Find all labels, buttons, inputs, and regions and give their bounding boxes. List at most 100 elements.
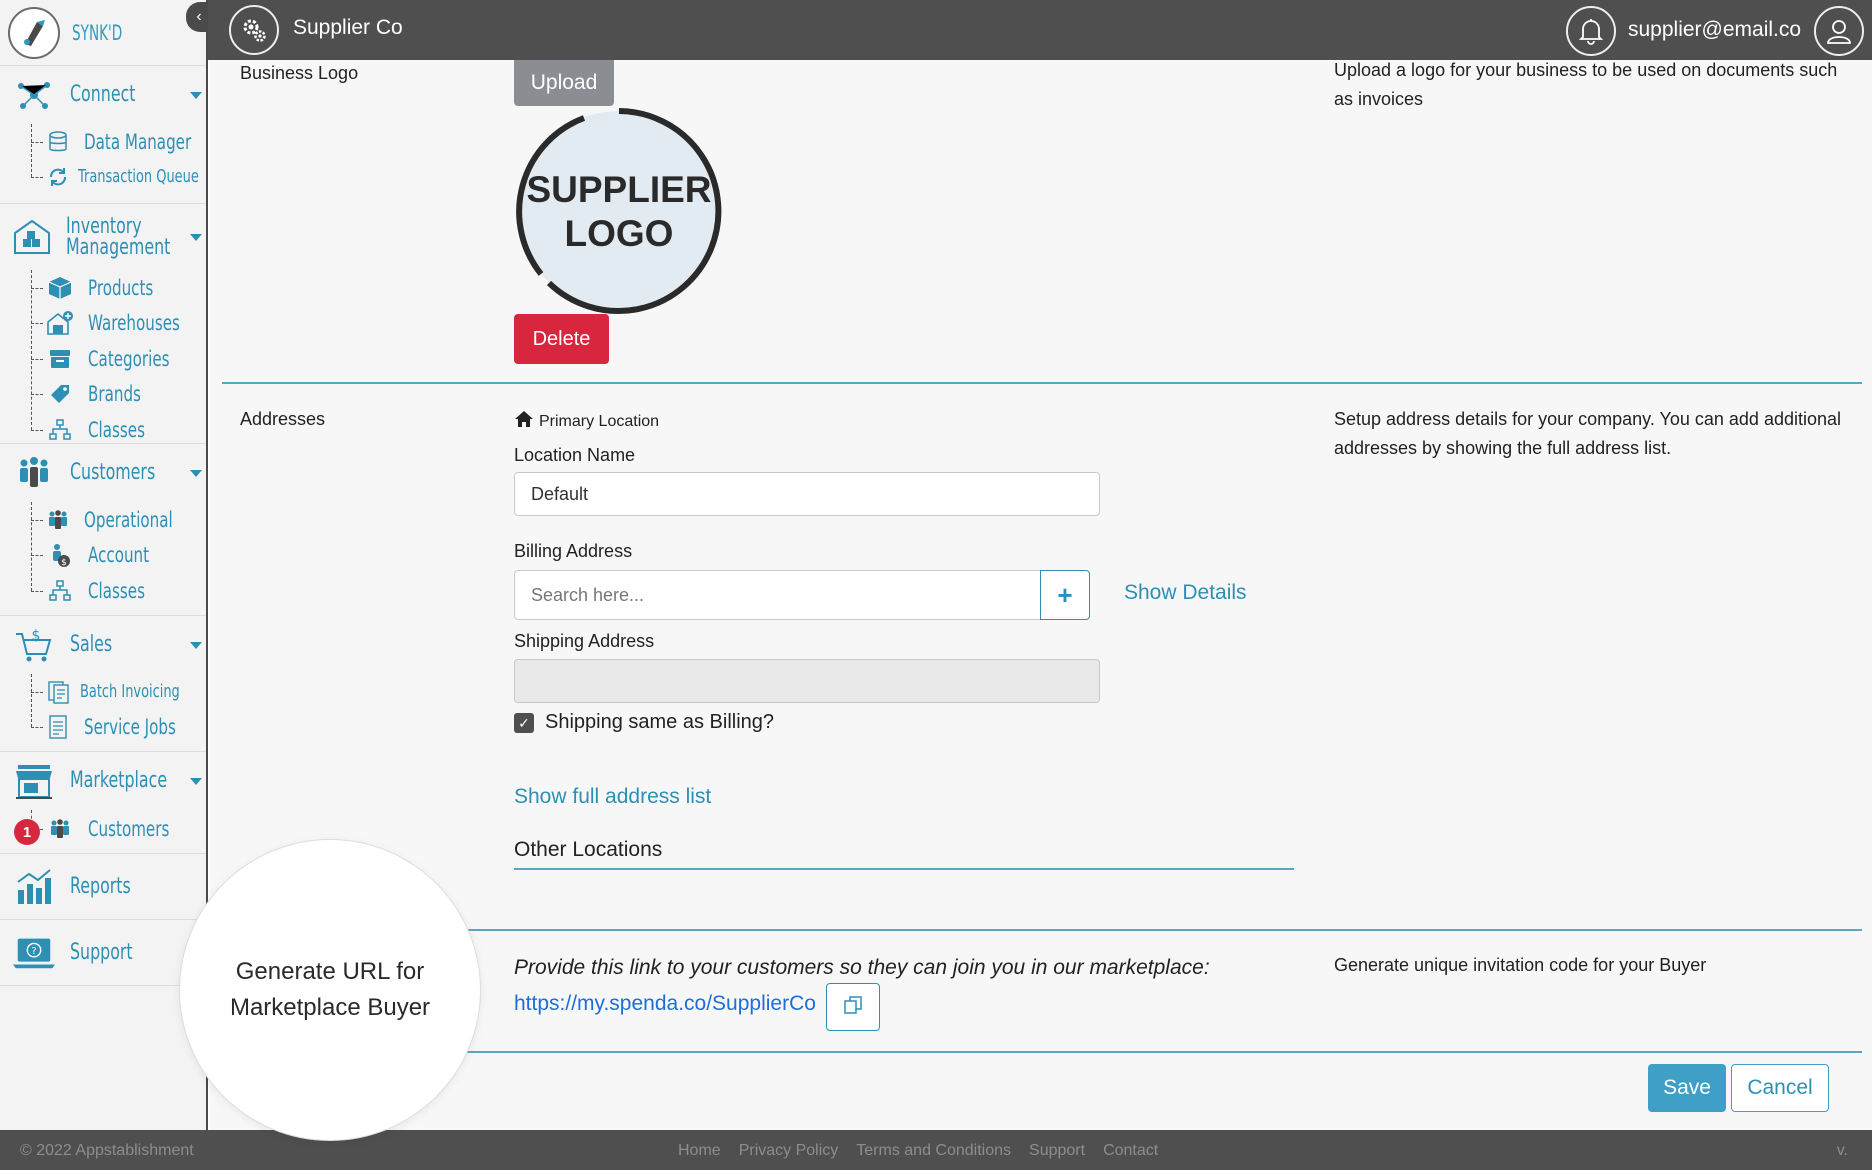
sidebar-label-inventory: Inventory Management	[66, 216, 170, 259]
cancel-button[interactable]: Cancel	[1731, 1064, 1829, 1112]
hierarchy-icon	[46, 577, 74, 605]
nav-group-marketplace: Marketplace Customers 1	[0, 752, 206, 854]
user-avatar-icon[interactable]	[1814, 6, 1864, 56]
footer-link-home[interactable]: Home	[678, 1142, 721, 1160]
sidebar-label: Batch Invoicing	[80, 680, 180, 702]
footer: © 2022 Appstablishment Home Privacy Poli…	[0, 1130, 1872, 1170]
caret-down-icon[interactable]	[190, 642, 202, 649]
customers-submenu: Operational $ Account Classes	[0, 502, 206, 609]
sidebar-item-classes[interactable]: Classes	[31, 412, 206, 448]
svg-text:$: $	[32, 628, 41, 644]
sidebar-item-customers[interactable]: Customers	[0, 444, 206, 502]
primary-location: Primary Location	[514, 410, 659, 433]
location-name-input[interactable]: Default	[514, 472, 1100, 516]
brand-name: SYNK'D	[72, 20, 123, 45]
sidebar-label: Classes	[88, 578, 145, 603]
tutorial-callout: Generate URL for Marketplace Buyer	[180, 840, 480, 1140]
location-name-label: Location Name	[514, 445, 636, 465]
warehouse-icon	[12, 215, 52, 259]
sidebar: SYNK'D ‹ Connect Data Manager Transactio…	[0, 0, 212, 1130]
brand-logo-icon	[8, 6, 60, 59]
logo-line: LOGO	[564, 213, 674, 254]
show-full-address-list-link[interactable]: Show full address list	[514, 785, 711, 809]
footer-link-support[interactable]: Support	[1029, 1142, 1085, 1160]
notification-badge: 1	[14, 819, 40, 845]
add-billing-address-button[interactable]: +	[1040, 570, 1090, 620]
settings-gear-icon[interactable]	[229, 5, 279, 55]
sidebar-label: Warehouses	[88, 311, 180, 336]
copy-url-button[interactable]	[826, 983, 880, 1031]
home-icon	[514, 410, 534, 433]
nav-group-support: ? Support	[0, 920, 206, 986]
sync-icon	[46, 163, 70, 191]
svg-text:$: $	[61, 558, 67, 568]
sidebar-label-connect: Connect	[70, 82, 136, 107]
upload-button[interactable]: Upload	[514, 60, 614, 106]
caret-down-icon[interactable]	[190, 470, 202, 477]
callout-line: Marketplace Buyer	[229, 994, 431, 1021]
delete-button[interactable]: Delete	[514, 314, 609, 364]
shipping-address-input[interactable]	[514, 659, 1100, 703]
primary-location-label: Primary Location	[539, 412, 660, 430]
top-header: Supplier Co supplier@email.co	[208, 0, 1872, 60]
marketplace-url-link[interactable]: https://my.spenda.co/SupplierCo	[514, 992, 816, 1016]
shipping-address-label: Shipping Address	[514, 631, 655, 651]
business-logo-image: SUPPLIER LOGO	[514, 106, 724, 316]
caret-down-icon[interactable]	[190, 778, 202, 785]
footer-link-contact[interactable]: Contact	[1103, 1142, 1158, 1160]
user-email[interactable]: supplier@email.co	[1628, 18, 1801, 42]
plus-icon: +	[1057, 579, 1073, 610]
sidebar-item-products[interactable]: Products	[31, 270, 206, 306]
brand[interactable]: SYNK'D	[0, 0, 206, 66]
caret-down-icon[interactable]	[190, 92, 202, 99]
sidebar-item-account[interactable]: $ Account	[31, 538, 206, 574]
section-divider	[222, 1051, 1862, 1053]
sidebar-item-support[interactable]: ? Support	[0, 920, 206, 986]
sidebar-label: Service Jobs	[84, 715, 176, 740]
chevron-left-icon: ‹	[196, 8, 202, 25]
sidebar-label: Brands	[88, 382, 141, 407]
save-button[interactable]: Save	[1648, 1064, 1726, 1112]
inventory-submenu: Products Warehouses Categories Brands Cl…	[0, 270, 206, 448]
sidebar-item-marketplace-customers[interactable]: Customers	[31, 810, 206, 848]
sidebar-item-connect[interactable]: Connect	[0, 66, 206, 124]
billing-address-search-input[interactable]: Search here...	[514, 570, 1042, 620]
same-as-billing-label: Shipping same as Billing?	[545, 711, 775, 733]
sidebar-item-brands[interactable]: Brands	[31, 377, 206, 413]
archive-icon	[46, 345, 74, 373]
bar-chart-icon	[12, 865, 56, 909]
sidebar-item-marketplace[interactable]: Marketplace	[0, 752, 206, 810]
sidebar-item-operational[interactable]: Operational	[31, 502, 206, 538]
database-icon	[46, 128, 70, 156]
sidebar-label: Operational	[84, 507, 173, 532]
nav-group-inventory: Inventory Management Products Warehouses …	[0, 204, 206, 444]
sidebar-item-customer-classes[interactable]: Classes	[31, 573, 206, 609]
business-logo-description: Upload a logo for your business to be us…	[1334, 60, 1838, 109]
sidebar-item-transaction-queue[interactable]: Transaction Queue	[31, 160, 206, 196]
sidebar-item-service-jobs[interactable]: Service Jobs	[31, 710, 206, 746]
sidebar-item-warehouses[interactable]: Warehouses	[31, 306, 206, 342]
box-icon	[46, 274, 74, 302]
footer-link-terms[interactable]: Terms and Conditions	[856, 1142, 1011, 1160]
people-icon	[12, 451, 56, 495]
footer-link-privacy[interactable]: Privacy Policy	[739, 1142, 839, 1160]
caret-down-icon[interactable]	[190, 234, 202, 241]
sidebar-label-reports: Reports	[70, 874, 131, 899]
sidebar-item-inventory-management[interactable]: Inventory Management	[0, 204, 206, 270]
nav-group-connect: Connect Data Manager Transaction Queue	[0, 66, 206, 204]
sidebar-item-reports[interactable]: Reports	[0, 854, 206, 920]
sidebar-item-batch-invoicing[interactable]: Batch Invoicing	[31, 674, 206, 710]
nav-group-sales: $ Sales Batch Invoicing Service Jobs	[0, 616, 206, 752]
other-locations-tab[interactable]: Other Locations	[514, 838, 662, 862]
sidebar-item-categories[interactable]: Categories	[31, 341, 206, 377]
checkmark-icon: ✓	[518, 714, 530, 731]
show-details-link[interactable]: Show Details	[1124, 581, 1247, 605]
other-locations-underline	[514, 868, 1294, 870]
connect-submenu: Data Manager Transaction Queue	[0, 124, 206, 195]
same-as-billing-checkbox[interactable]: ✓	[514, 713, 534, 733]
notification-bell-icon[interactable]	[1566, 6, 1616, 56]
sidebar-item-data-manager[interactable]: Data Manager	[31, 124, 206, 160]
sidebar-label: Data Manager	[84, 129, 192, 154]
document-icon	[46, 713, 70, 741]
sidebar-item-sales[interactable]: $ Sales	[0, 616, 206, 674]
